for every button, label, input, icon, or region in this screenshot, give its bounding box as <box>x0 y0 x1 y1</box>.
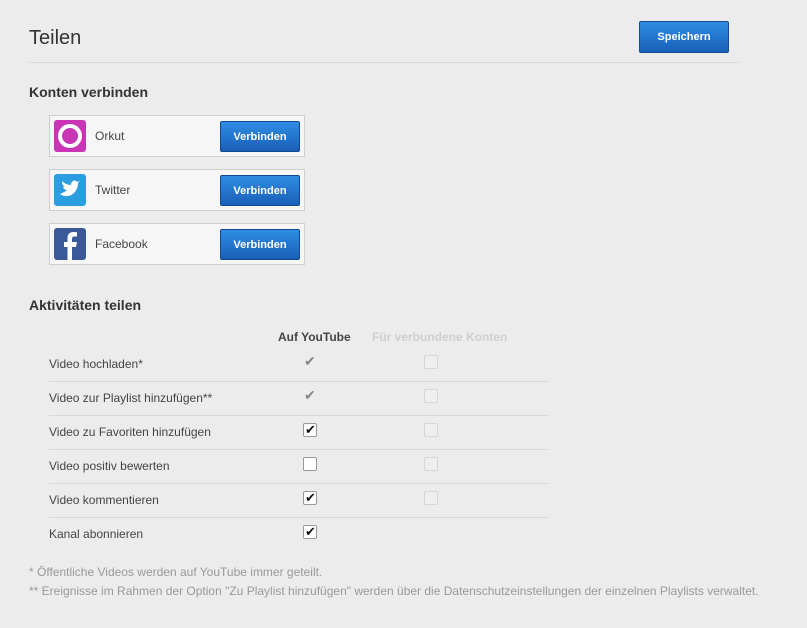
twitter-icon <box>54 174 86 206</box>
connect-orkut-button[interactable]: Verbinden <box>220 121 300 152</box>
activity-row: Kanal abonnieren <box>49 517 549 551</box>
orkut-icon <box>54 120 86 152</box>
connected-checkbox <box>424 355 438 369</box>
account-label: Twitter <box>95 183 131 197</box>
checkmark-icon: ✔ <box>304 387 316 403</box>
footnote-2: ** Ereignisse im Rahmen der Option "Zu P… <box>29 584 759 598</box>
connected-checkbox <box>424 389 438 403</box>
column-header-connected: Für verbundene Konten <box>372 330 508 344</box>
activity-label: Video hochladen* <box>49 357 143 371</box>
activity-label: Video zu Favoriten hinzufügen <box>49 425 211 439</box>
activity-row: Video hochladen* ✔ <box>49 347 549 382</box>
youtube-checkbox[interactable] <box>303 457 317 471</box>
account-label: Facebook <box>95 237 148 251</box>
column-header-youtube: Auf YouTube <box>278 330 351 344</box>
save-button[interactable]: Speichern <box>639 21 729 53</box>
connect-section-title: Konten verbinden <box>29 84 149 100</box>
youtube-checkbox[interactable] <box>303 524 317 540</box>
youtube-checkbox[interactable] <box>303 422 317 438</box>
account-twitter: Twitter Verbinden <box>49 169 305 211</box>
youtube-checkbox[interactable] <box>303 490 317 506</box>
footnote-1: * Öffentliche Videos werden auf YouTube … <box>29 565 323 579</box>
activity-label: Video positiv bewerten <box>49 459 170 473</box>
facebook-icon <box>54 228 86 260</box>
connected-checkbox <box>424 457 438 471</box>
checkmark-icon: ✔ <box>304 353 316 369</box>
page-title: Teilen <box>29 27 82 49</box>
activity-label: Kanal abonnieren <box>49 527 144 541</box>
account-label: Orkut <box>95 129 125 143</box>
account-orkut: Orkut Verbinden <box>49 115 305 157</box>
connected-checkbox <box>424 423 438 437</box>
connected-checkbox <box>424 491 438 505</box>
activity-row: Video kommentieren <box>49 483 549 518</box>
connect-facebook-button[interactable]: Verbinden <box>220 229 300 260</box>
activities-section-title: Aktivitäten teilen <box>29 297 142 313</box>
header-divider <box>29 62 739 63</box>
activity-label: Video zur Playlist hinzufügen** <box>49 391 213 405</box>
activity-row: Video positiv bewerten <box>49 449 549 484</box>
activity-label: Video kommentieren <box>49 493 159 507</box>
activity-row: Video zur Playlist hinzufügen** ✔ <box>49 381 549 416</box>
activity-row: Video zu Favoriten hinzufügen <box>49 415 549 450</box>
account-facebook: Facebook Verbinden <box>49 223 305 265</box>
connect-twitter-button[interactable]: Verbinden <box>220 175 300 206</box>
